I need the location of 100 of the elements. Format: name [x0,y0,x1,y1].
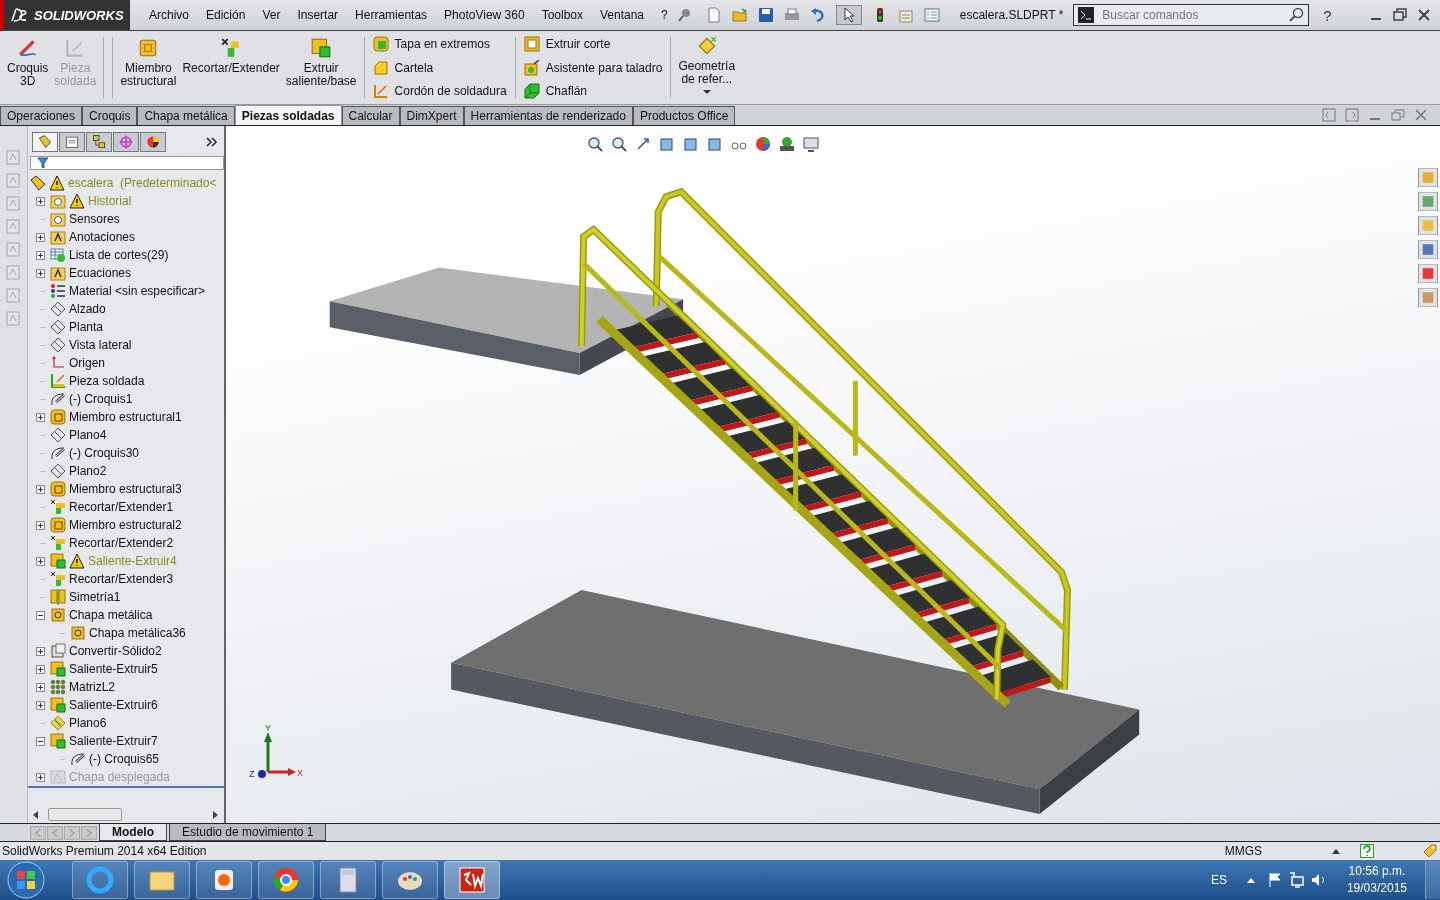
tree-item[interactable]: Anotaciones [69,230,136,244]
ribbon-button[interactable]: Miembro estructural [117,35,180,104]
ribbon-button[interactable]: Tapa en extremos [370,35,509,53]
restore-icon[interactable] [1392,7,1408,23]
previous-view-icon[interactable] [635,136,651,152]
tree-item[interactable]: Alzado [69,302,106,316]
zoom-area-icon[interactable] [611,136,627,152]
zoom-fit-icon[interactable] [587,136,603,152]
filter-field[interactable] [30,156,224,170]
search-field[interactable]: Buscar comandos [1100,7,1283,23]
network-icon[interactable] [1288,872,1305,888]
scroll-right-icon[interactable] [212,810,220,819]
expander-icon[interactable] [36,484,45,494]
tree-item[interactable]: Miembro estructural2 [69,518,182,532]
menu-item[interactable]: Herramientas [346,8,436,22]
print-icon[interactable] [783,7,800,23]
taskbar-button[interactable] [320,861,376,899]
configuration-tab-icon[interactable] [86,132,112,152]
tab[interactable]: Productos Office [632,106,736,125]
expander-icon[interactable] [36,250,45,260]
chevron-icon[interactable] [206,137,218,147]
tree-item[interactable]: Material <sin especificar> [69,284,206,298]
taskbar-button[interactable] [196,861,252,899]
tree-item[interactable]: Saliente-Extruir5 [69,662,158,676]
menu-item[interactable]: Edición [197,8,254,22]
tile-left-icon[interactable] [1322,108,1336,122]
tab[interactable]: Modelo [99,824,167,841]
taskbar-button[interactable] [258,861,314,899]
ribbon-button[interactable]: Extruir corte [521,35,665,53]
tab[interactable]: Piezas soldadas [234,105,342,125]
tree-item[interactable]: Chapa metálica36 [89,626,186,640]
taskbar-button[interactable] [382,861,438,899]
feature-tree-tab-icon[interactable] [32,132,58,152]
ribbon-button[interactable]: Chaflán [521,82,665,100]
expander-icon[interactable] [36,412,45,422]
tab[interactable]: Croquis [82,106,138,125]
scroll-left-icon[interactable] [32,810,40,819]
tab[interactable]: Chapa metálica [137,106,235,125]
ribbon-button[interactable]: Cordón de soldadura [370,82,509,100]
units-selector[interactable]: MMGS [1224,844,1262,858]
expander-icon[interactable] [36,772,45,782]
menu-item[interactable]: Archivo [140,8,197,22]
ribbon-button[interactable]: Cartela [370,58,509,77]
tree-item[interactable]: Lista de cortes(29) [69,248,169,262]
ribbon-button[interactable]: Extruir saliente/base [282,35,360,104]
tree-item[interactable]: Recortar/Extender1 [69,500,174,514]
menu-item[interactable]: Toolbox [532,8,591,22]
new-document-icon[interactable] [705,7,722,23]
tree-item[interactable]: Simetría1 [69,590,121,604]
tree-item[interactable]: Planta [69,320,104,334]
flag-icon[interactable] [1266,872,1283,888]
tree-item[interactable]: Convertir-Sólido2 [69,644,162,658]
tree-item[interactable]: Vista lateral [69,338,132,352]
expander-icon[interactable] [36,682,45,692]
expander-icon[interactable] [36,664,45,674]
start-button-icon[interactable] [6,860,46,900]
expander-icon[interactable] [36,268,45,278]
pin-icon[interactable] [675,7,692,23]
scroll-thumb[interactable] [48,808,122,821]
tree-item[interactable]: Chapa metálica [69,608,153,622]
open-folder-icon[interactable] [731,7,748,23]
taskbar-button[interactable] [444,861,500,899]
ribbon-button[interactable]: Recortar/Extender [179,35,283,104]
tag-icon[interactable] [1422,843,1438,859]
select-button[interactable] [835,5,862,25]
tree-item[interactable]: (-) Croquis30 [69,446,140,460]
menu-item[interactable]: Insertar [288,8,347,22]
taskbar-button[interactable] [134,861,190,899]
property-tab-icon[interactable] [59,132,85,152]
expander-icon[interactable] [36,610,45,620]
tree-item[interactable]: (-) Croquis65 [89,752,160,766]
close-icon[interactable] [1416,7,1432,23]
menu-item[interactable]: Ventana [591,8,653,22]
show-hidden-icons-icon[interactable] [1246,876,1255,884]
expander-icon[interactable] [36,232,45,242]
tree-item[interactable]: Plano6 [69,716,107,730]
tab[interactable]: Operaciones [0,106,83,125]
view-settings-icon[interactable] [803,136,819,152]
ribbon-button[interactable]: Asistente para taladro [521,58,665,77]
expander-icon[interactable] [36,736,45,746]
speaker-icon[interactable] [1310,872,1327,888]
undo-icon[interactable] [809,7,826,23]
save-icon[interactable] [757,7,774,23]
tab[interactable]: Herramientas de renderizado [463,106,633,125]
expander-icon[interactable] [36,196,45,206]
tab[interactable]: Calcular [341,106,400,125]
expander-icon[interactable] [36,700,45,710]
tree-item[interactable]: Origen [69,356,106,370]
menu-item[interactable]: PhotoView 360 [435,8,533,22]
caret-icon[interactable] [1332,847,1340,855]
taskbar-button[interactable] [72,861,128,899]
clock-time[interactable]: 10:56 p.m. [1348,863,1406,880]
appearance-tab-icon[interactable] [140,132,166,152]
reference-geometry-button[interactable]: Geometría de refer... [675,35,739,104]
tree-item[interactable]: Recortar/Extender2 [69,536,174,550]
tree-item[interactable]: Ecuaciones [69,266,132,280]
expander-icon[interactable] [36,520,45,530]
tile-right-icon[interactable] [1345,108,1359,122]
tree-item[interactable]: Sensores [69,212,120,226]
tree-item[interactable]: MatrizL2 [69,680,115,694]
